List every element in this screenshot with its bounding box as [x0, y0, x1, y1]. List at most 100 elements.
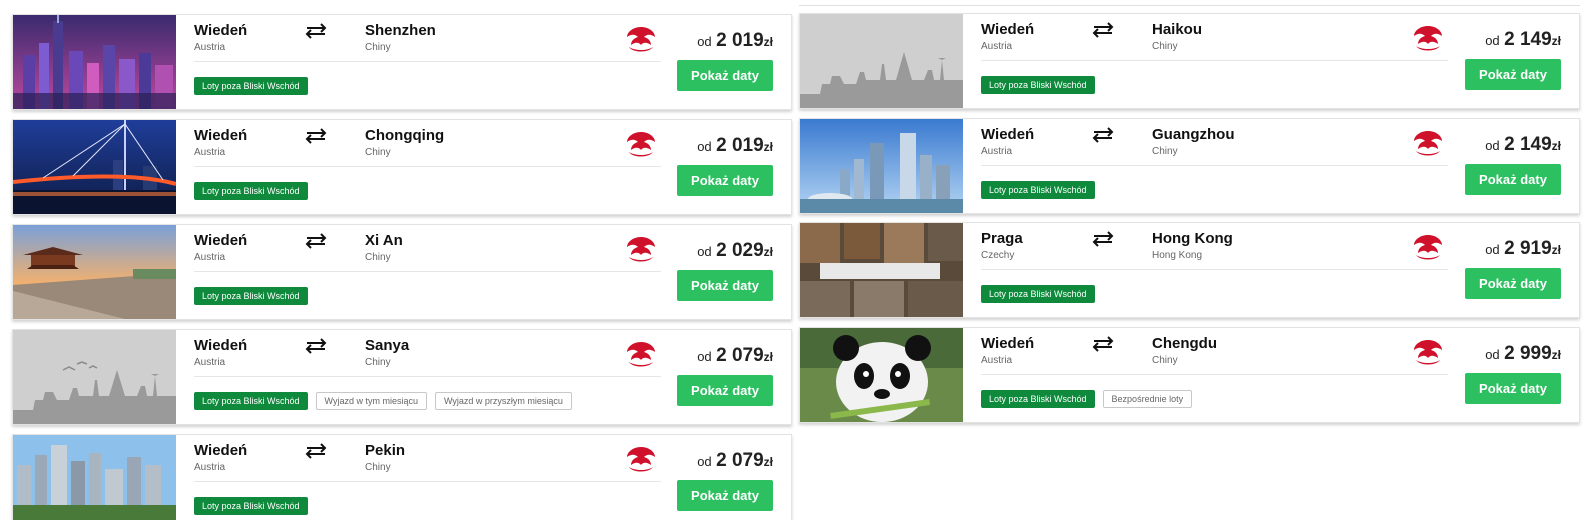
price-label: od 2 079zł	[697, 345, 773, 367]
route-info: Praga Czechy Hong Kong Hong Kong	[981, 230, 1448, 270]
price-label: od 2 019zł	[697, 30, 773, 52]
origin-city: Wiedeń	[194, 232, 248, 249]
hainan-airlines-logo-icon	[1414, 235, 1442, 260]
flight-card-xi-an[interactable]: Wiedeń Austria Xi An Chiny Loty poza Bli…	[12, 224, 792, 320]
price-currency: zł	[763, 35, 773, 49]
price-currency: zł	[1551, 348, 1561, 362]
price-prefix: od	[697, 244, 712, 259]
price-amount: 2 019	[716, 30, 764, 51]
hainan-airlines-logo-icon	[1414, 26, 1442, 51]
tag-badge[interactable]: Loty poza Bliski Wschód	[194, 77, 308, 95]
round-trip-arrows-icon	[305, 128, 327, 144]
destination-photo	[13, 225, 176, 319]
flight-card-haikou[interactable]: Wiedeń Austria Haikou Chiny Loty poza Bl…	[799, 13, 1580, 109]
show-dates-button[interactable]: Pokaż daty	[677, 165, 773, 196]
filter-tag[interactable]: Wyjazd w przyszłym miesiącu	[434, 392, 572, 410]
destination-city: Xi An	[365, 232, 403, 249]
destination-photo-placeholder	[13, 330, 176, 424]
hainan-airlines-logo-icon	[627, 447, 655, 472]
tag-list: Loty poza Bliski Wschód Wyjazd w tym mie…	[194, 392, 572, 410]
origin-city: Wiedeń	[194, 127, 248, 144]
destination-city: Pekin	[365, 442, 406, 459]
price-label: od 2 029zł	[697, 240, 773, 262]
destination-country: Chiny	[1152, 41, 1178, 52]
origin-country: Austria	[981, 355, 1013, 366]
price-currency: zł	[763, 140, 773, 154]
show-dates-button[interactable]: Pokaż daty	[677, 60, 773, 91]
destination-city: Haikou	[1152, 21, 1203, 38]
destination-country: Chiny	[365, 42, 391, 53]
round-trip-arrows-icon	[1092, 127, 1114, 143]
route-info: Wiedeń Austria Shenzhen Chiny	[194, 22, 661, 62]
tag-badge[interactable]: Loty poza Bliski Wschód	[981, 181, 1095, 199]
destination-photo	[13, 435, 176, 520]
price-prefix: od	[1485, 347, 1500, 362]
tag-list: Loty poza Bliski Wschód	[194, 497, 308, 515]
price-label: od 2 999zł	[1485, 343, 1561, 365]
show-dates-button[interactable]: Pokaż daty	[1465, 164, 1561, 195]
flight-card-guangzhou[interactable]: Wiedeń Austria Guangzhou Chiny Loty poza…	[799, 118, 1580, 214]
price-prefix: od	[1485, 33, 1500, 48]
price-amount: 2 029	[716, 240, 764, 261]
show-dates-button[interactable]: Pokaż daty	[677, 375, 773, 406]
destination-country: Chiny	[365, 147, 391, 158]
price-prefix: od	[1485, 242, 1500, 257]
origin-city: Praga	[981, 230, 1023, 247]
flight-card-pekin[interactable]: Wiedeń Austria Pekin Chiny Loty poza Bli…	[12, 434, 792, 520]
flight-card-chongqing[interactable]: Wiedeń Austria Chongqing Chiny Loty poza…	[12, 119, 792, 215]
tag-badge[interactable]: Loty poza Bliski Wschód	[194, 392, 308, 410]
route-info: Wiedeń Austria Haikou Chiny	[981, 21, 1448, 61]
round-trip-arrows-icon	[305, 233, 327, 249]
tag-list: Loty poza Bliski Wschód	[194, 182, 308, 200]
price-amount: 2 919	[1504, 238, 1552, 259]
price-currency: zł	[763, 455, 773, 469]
filter-tag[interactable]: Wyjazd w tym miesiącu	[315, 392, 427, 410]
route-info: Wiedeń Austria Guangzhou Chiny	[981, 126, 1448, 166]
round-trip-arrows-icon	[1092, 22, 1114, 38]
flight-card-chengdu[interactable]: Wiedeń Austria Chengdu Chiny Loty poza B…	[799, 327, 1580, 423]
destination-city: Hong Kong	[1152, 230, 1233, 247]
show-dates-button[interactable]: Pokaż daty	[677, 480, 773, 511]
price-amount: 2 149	[1504, 29, 1552, 50]
tag-badge[interactable]: Loty poza Bliski Wschód	[981, 285, 1095, 303]
price-amount: 2 079	[716, 450, 764, 471]
flight-card-hong-kong[interactable]: Praga Czechy Hong Kong Hong Kong Loty po…	[799, 222, 1580, 318]
origin-country: Austria	[981, 146, 1013, 157]
destination-country: Chiny	[1152, 355, 1178, 366]
price-amount: 2 999	[1504, 343, 1552, 364]
price-currency: zł	[763, 350, 773, 364]
destination-photo-placeholder	[800, 14, 963, 108]
price-label: od 2 149zł	[1485, 134, 1561, 156]
origin-country: Austria	[194, 42, 226, 53]
flight-card-sanya[interactable]: Wiedeń Austria Sanya Chiny Loty poza Bli…	[12, 329, 792, 425]
hainan-airlines-logo-icon	[1414, 131, 1442, 156]
destination-photo	[800, 223, 963, 317]
tag-badge[interactable]: Loty poza Bliski Wschód	[981, 390, 1095, 408]
tag-badge[interactable]: Loty poza Bliski Wschód	[194, 182, 308, 200]
origin-city: Wiedeń	[981, 335, 1035, 352]
price-prefix: od	[697, 139, 712, 154]
show-dates-button[interactable]: Pokaż daty	[1465, 268, 1561, 299]
hainan-airlines-logo-icon	[1414, 340, 1442, 365]
origin-city: Wiedeń	[194, 337, 248, 354]
tag-badge[interactable]: Loty poza Bliski Wschód	[981, 76, 1095, 94]
tag-badge[interactable]: Loty poza Bliski Wschód	[194, 287, 308, 305]
show-dates-button[interactable]: Pokaż daty	[1465, 373, 1561, 404]
filter-tag[interactable]: Bezpośrednie loty	[1102, 390, 1193, 408]
route-info: Wiedeń Austria Pekin Chiny	[194, 442, 661, 482]
route-info: Wiedeń Austria Xi An Chiny	[194, 232, 661, 272]
hainan-airlines-logo-icon	[627, 342, 655, 367]
flight-card-shenzhen[interactable]: Wiedeń Austria Shenzhen Chiny Loty poza …	[12, 14, 792, 110]
price-prefix: od	[1485, 138, 1500, 153]
price-label: od 2 019zł	[697, 135, 773, 157]
origin-city: Wiedeń	[194, 442, 248, 459]
origin-country: Austria	[194, 357, 226, 368]
destination-city: Shenzhen	[365, 22, 436, 39]
tag-badge[interactable]: Loty poza Bliski Wschód	[194, 497, 308, 515]
price-amount: 2 079	[716, 345, 764, 366]
hainan-airlines-logo-icon	[627, 27, 655, 52]
price-label: od 2 919zł	[1485, 238, 1561, 260]
show-dates-button[interactable]: Pokaż daty	[677, 270, 773, 301]
destination-photo	[13, 120, 176, 214]
show-dates-button[interactable]: Pokaż daty	[1465, 59, 1561, 90]
